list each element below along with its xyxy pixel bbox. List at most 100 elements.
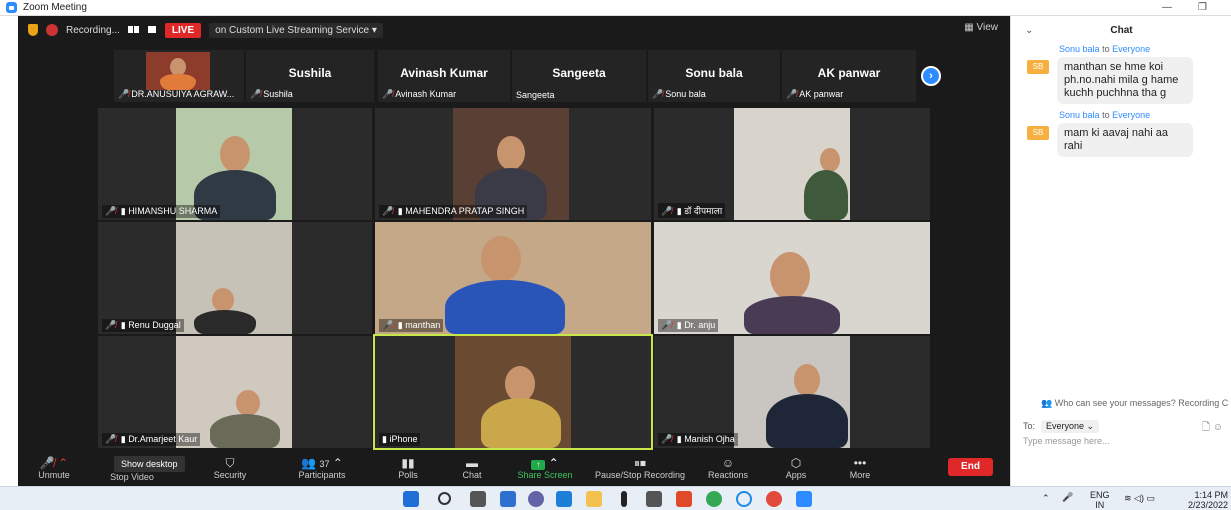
participant-label: 🎤̸ ▮ Dr. anju	[658, 319, 719, 332]
strip-tile-5[interactable]: Sonu bala 🎤̸ Sonu bala	[648, 50, 780, 102]
more-button[interactable]: ••• More	[840, 456, 880, 480]
view-button[interactable]: ▦ View	[964, 22, 998, 33]
unmute-button[interactable]: 🎤̸ ⌃ Unmute	[32, 456, 76, 480]
chrome-icon[interactable]	[706, 491, 722, 507]
polls-button[interactable]: ▮▮ Polls	[388, 456, 428, 480]
share-arrow-icon: ↑ ⌃	[514, 456, 576, 470]
chat-header: ⌄ Chat	[1011, 16, 1231, 46]
stream-service-dropdown[interactable]: on Custom Live Streaming Service ▾	[209, 22, 383, 38]
mic-muted-icon: 🎤̸	[382, 320, 394, 330]
wifi-volume-battery-icons[interactable]: ≋ ◁) ▭	[1124, 493, 1155, 504]
emoji-icon[interactable]: ☺	[1213, 422, 1223, 433]
dropbox-icon[interactable]	[646, 491, 662, 507]
people-icon: 👥 37 ⌃	[301, 456, 343, 470]
avatar: SB	[1027, 60, 1049, 74]
security-shield-icon[interactable]	[28, 24, 38, 36]
restore-icon[interactable]: ❐	[1198, 2, 1207, 13]
bar-chart-icon: ▮▮	[401, 456, 415, 470]
chat-button[interactable]: ▬ Chat	[452, 456, 492, 480]
video-tile-active-speaker[interactable]: ▮ iPhone	[373, 334, 653, 450]
video-tile-5[interactable]: 🎤̸ ▮ manthan	[375, 222, 651, 334]
teams-chat-icon[interactable]	[528, 491, 544, 507]
participant-label: 🎤̸ ▮ HIMANSHU SHARMA	[102, 205, 221, 218]
file-explorer-icon[interactable]	[586, 491, 602, 507]
chat-message: Sonu bala to Everyone SB manthan se hme …	[1027, 44, 1193, 104]
apps-button[interactable]: ⬡ Apps	[776, 456, 816, 480]
next-page-arrow-icon[interactable]: ›	[921, 66, 941, 86]
participant-label: 🎤̸ Avinash Kumar	[382, 89, 457, 99]
video-tile-3[interactable]: 🎤̸ ▮ डॉ दीपमाला	[654, 108, 930, 220]
video-tile-4[interactable]: 🎤̸ ▮ Renu Duggal	[98, 222, 372, 334]
reactions-button[interactable]: ☺ Reactions	[704, 456, 752, 480]
video-tile-2[interactable]: 🎤̸ ▮ MAHENDRA PRATAP SINGH	[375, 108, 651, 220]
mic-muted-icon: 🎤̸	[786, 89, 798, 99]
chat-panel: ⌄ Chat Sonu bala to Everyone SB manthan …	[1010, 16, 1231, 486]
office-icon[interactable]	[676, 491, 692, 507]
end-meeting-button[interactable]: End	[948, 458, 993, 476]
lightning-app-icon[interactable]	[621, 491, 627, 507]
video-tile-9[interactable]: 🎤̸ ▮ Manish Ojha	[654, 336, 930, 448]
participant-label: 🎤̸ ▮ डॉ दीपमाला	[658, 203, 726, 218]
pause-stop-recording-button[interactable]: ⏸⏹ Pause/Stop Recording	[588, 456, 692, 480]
participant-name: Sushila	[288, 66, 332, 80]
windows-start-icon[interactable]	[403, 491, 419, 507]
widgets-icon[interactable]	[500, 491, 516, 507]
participant-label: Sangeeta	[516, 90, 555, 100]
ellipsis-icon: •••	[853, 456, 867, 470]
mic-muted-icon: 🎤̸	[652, 89, 664, 99]
share-screen-button[interactable]: ↑ ⌃ Share Screen	[514, 456, 576, 480]
clock[interactable]: 1:14 PM 2/23/2022	[1188, 490, 1228, 510]
strip-tile-6[interactable]: AK panwar 🎤̸ AK panwar	[782, 50, 916, 102]
strip-tile-2[interactable]: Sushila 🎤̸ Sushila	[246, 50, 374, 102]
mic-muted-icon: 🎤̸	[661, 206, 673, 216]
search-icon[interactable]	[438, 492, 451, 505]
security-button[interactable]: ⛉ Security	[208, 456, 252, 480]
recording-status: Recording...	[66, 24, 120, 36]
meeting-area: Recording... LIVE on Custom Live Streami…	[18, 16, 1010, 486]
avatar: SB	[1027, 126, 1049, 140]
participant-name: Avinash Kumar	[400, 66, 488, 80]
meeting-topbar: Recording... LIVE on Custom Live Streami…	[18, 16, 1010, 44]
tray-chevron-icon[interactable]: ⌃	[1042, 493, 1050, 504]
chat-title: Chat	[1110, 25, 1133, 36]
mic-tray-icon: 🎤	[1062, 492, 1074, 502]
strip-tile-1[interactable]: 🎤̸ DR.ANUSUIYA AGRAW...	[114, 50, 244, 102]
chrome-profile-icon[interactable]	[766, 491, 782, 507]
participants-button[interactable]: 👥 37 ⌃ Participants	[288, 456, 356, 480]
strip-tile-3[interactable]: Avinash Kumar 🎤̸ Avinash Kumar	[378, 50, 510, 102]
stop-video-button[interactable]: Stop Video	[102, 472, 162, 482]
strip-tile-4[interactable]: Sangeeta Sangeeta	[512, 50, 646, 102]
participant-photo	[146, 52, 210, 90]
message-sender: Sonu bala to Everyone	[1059, 44, 1151, 54]
language-indicator[interactable]: ENG IN	[1090, 490, 1110, 510]
participant-name: Sonu bala	[685, 66, 743, 80]
mail-icon[interactable]	[556, 491, 572, 507]
file-icon[interactable]: 🗋	[1202, 422, 1210, 433]
people-icon: 👥	[1041, 398, 1055, 408]
video-tile-7[interactable]: 🎤̸ ▮ Dr.Amarjeet Kaur	[98, 336, 372, 448]
privacy-notice[interactable]: 👥 Who can see your messages? Recording C	[1041, 398, 1228, 409]
video-tile-1[interactable]: 🎤̸ ▮ HIMANSHU SHARMA	[98, 108, 372, 220]
window-title: Zoom Meeting	[23, 2, 87, 13]
cortana-icon[interactable]	[736, 491, 752, 507]
recipient-dropdown[interactable]: Everyone ⌄	[1041, 420, 1100, 433]
task-view-icon[interactable]	[470, 491, 486, 507]
message-input[interactable]: Type message here...	[1023, 436, 1110, 446]
zoom-taskbar-icon[interactable]	[796, 491, 812, 507]
message-text: manthan se hme koi ph.no.nahi mila g ham…	[1057, 57, 1193, 104]
live-badge: LIVE	[164, 22, 202, 38]
participant-label: 🎤̸ Sushila	[250, 89, 293, 99]
participant-label: 🎤̸ AK panwar	[786, 89, 844, 99]
chat-tools: 🗋 ☺	[1202, 420, 1223, 437]
show-desktop-tooltip: Show desktop	[114, 456, 185, 472]
windows-taskbar: ⌃ 🎤 ENG IN ≋ ◁) ▭ 1:14 PM 2/23/2022	[0, 486, 1231, 510]
chevron-down-icon[interactable]: ⌄	[1025, 16, 1033, 46]
mic-muted-icon: 🎤̸	[661, 320, 673, 330]
window-controls: — ❐	[1162, 2, 1207, 13]
video-tile-6[interactable]: 🎤̸ ▮ Dr. anju	[654, 222, 930, 334]
message-sender: Sonu bala to Everyone	[1059, 110, 1151, 120]
stop-record-icon[interactable]	[147, 25, 157, 36]
pause-record-icon[interactable]	[127, 25, 140, 36]
minimize-icon[interactable]: —	[1162, 2, 1172, 13]
zoom-logo-icon	[6, 2, 17, 13]
